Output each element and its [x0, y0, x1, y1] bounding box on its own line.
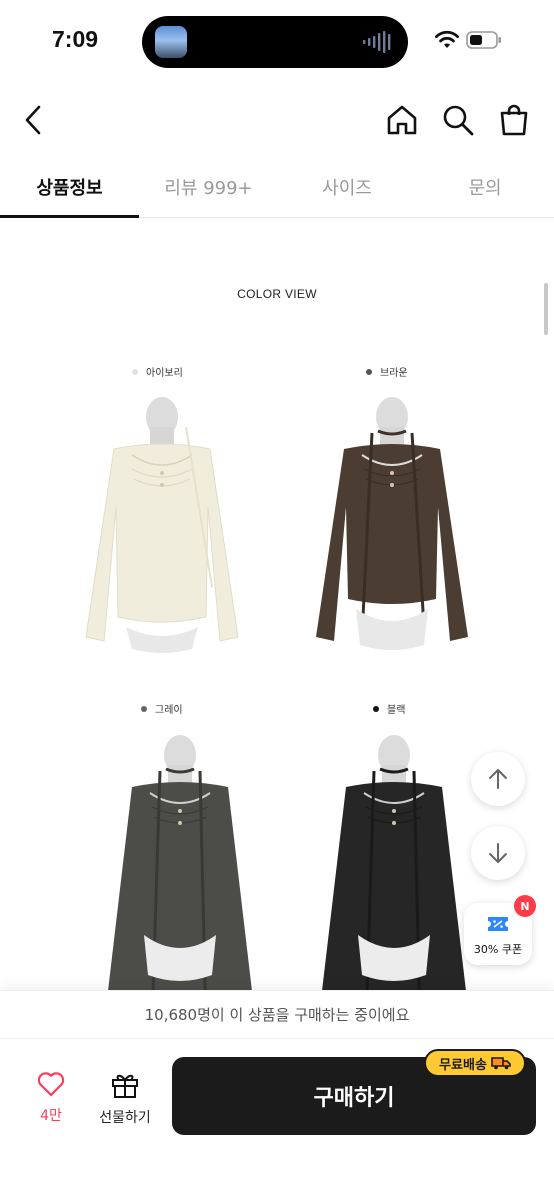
product-tabs: 상품정보 리뷰 999+ 사이즈 문의	[0, 158, 554, 218]
product-detail-content[interactable]: COLOR VIEW 아이보리 브라운 그레이 블랙	[0, 219, 554, 990]
swatch-gray: 그레이	[141, 701, 183, 716]
active-tab-indicator	[0, 215, 139, 218]
swatch-label: 아이보리	[146, 368, 183, 379]
top-nav	[0, 90, 554, 150]
battery-icon	[466, 31, 501, 49]
free-shipping-label: 무료배송	[439, 1057, 487, 1073]
audio-wave-icon	[363, 31, 391, 53]
like-button[interactable]: 4만	[22, 1071, 80, 1125]
search-button[interactable]	[438, 100, 478, 140]
product-detail-page: 7:09 상품정보 리뷰 999+ 사이즈 문의 COLOR VIEW 아이보리…	[0, 0, 554, 1200]
cart-button[interactable]	[494, 100, 534, 140]
tab-size[interactable]: 사이즈	[278, 158, 416, 216]
new-badge: N	[514, 895, 536, 917]
swatch-dot	[141, 705, 147, 712]
product-image-gray	[108, 735, 252, 990]
status-time: 7:09	[52, 26, 99, 52]
free-shipping-badge: 무료배송	[424, 1049, 526, 1077]
tab-reviews[interactable]: 리뷰 999+	[139, 158, 278, 216]
swatch-ivory: 아이보리	[132, 364, 183, 379]
status-bar: 7:09	[0, 0, 554, 80]
heart-icon	[37, 1072, 65, 1097]
swatch-label: 블랙	[387, 705, 406, 716]
now-playing-thumbnail	[155, 26, 187, 58]
back-button[interactable]	[14, 100, 54, 140]
coupon-button[interactable]: N 30% 쿠폰	[464, 895, 536, 965]
delivery-truck-icon	[491, 1057, 511, 1070]
search-icon	[443, 105, 474, 136]
gift-icon	[112, 1074, 138, 1098]
swatch-dot	[366, 368, 372, 375]
wifi-icon	[435, 30, 459, 48]
scroll-bottom-button[interactable]	[471, 826, 525, 880]
tab-product-info[interactable]: 상품정보	[0, 158, 139, 216]
coupon-label: 30% 쿠폰	[473, 943, 523, 956]
shopping-bag-icon	[500, 104, 528, 136]
swatch-dot	[132, 368, 138, 375]
dynamic-island[interactable]	[142, 16, 408, 68]
swatch-brown: 브라운	[366, 364, 408, 379]
home-icon	[387, 105, 417, 135]
coupon-ticket-icon	[488, 917, 508, 931]
product-image-brown	[316, 397, 468, 650]
like-count: 4만	[40, 1108, 62, 1124]
arrow-down-icon	[489, 843, 507, 863]
purchase-activity-text: 10,680명이 이 상품을 구매하는 중이에요	[144, 1006, 410, 1024]
purchase-activity-banner: 10,680명이 이 상품을 구매하는 중이에요	[0, 990, 554, 1038]
swatch-label: 브라운	[380, 368, 408, 379]
tab-inquiry[interactable]: 문의	[416, 158, 554, 216]
swatch-label: 그레이	[155, 705, 183, 716]
bottom-action-bar: 4만 선물하기 구매하기 무료배송	[0, 1038, 554, 1200]
swatch-black: 블랙	[373, 701, 405, 716]
home-button[interactable]	[382, 100, 422, 140]
swatch-dot	[373, 705, 379, 712]
chevron-left-icon	[25, 105, 41, 135]
product-image-ivory	[85, 397, 239, 653]
buy-label: 구매하기	[313, 1086, 395, 1111]
scroll-top-button[interactable]	[471, 752, 525, 806]
arrow-up-icon	[489, 769, 507, 789]
scrollbar[interactable]	[544, 283, 548, 335]
gift-label: 선물하기	[99, 1110, 151, 1126]
color-view-heading: COLOR VIEW	[237, 287, 317, 301]
gift-button[interactable]: 선물하기	[92, 1071, 158, 1127]
